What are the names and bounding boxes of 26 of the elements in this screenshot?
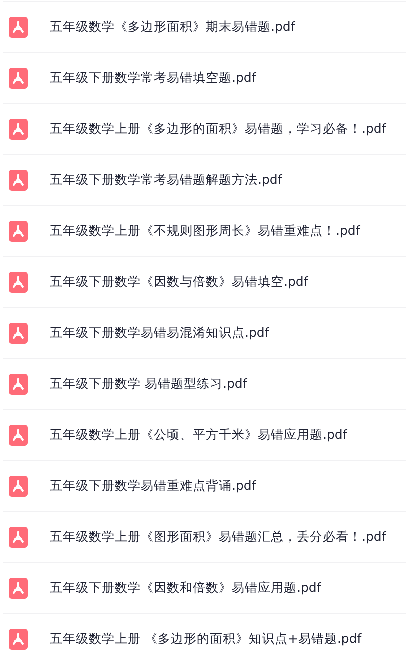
pdf-icon bbox=[9, 476, 28, 496]
file-link[interactable]: 五年级下册数学易错易混淆知识点.pdf bbox=[50, 324, 270, 342]
pdf-icon bbox=[9, 322, 28, 344]
pdf-icon bbox=[9, 578, 28, 598]
file-link[interactable]: 五年级数学上册《图形面积》易错题汇总，丢分必看！.pdf bbox=[50, 528, 386, 546]
pdf-icon bbox=[9, 68, 28, 88]
file-link[interactable]: 五年级下册数学 易错题型练习.pdf bbox=[50, 376, 248, 392]
file-link[interactable]: 五年级数学上册《多边形的面积》易错题，学习必备！.pdf bbox=[50, 120, 386, 138]
file-link[interactable]: 五年级下册数学常考易错填空题.pdf bbox=[50, 70, 256, 86]
pdf-icon bbox=[9, 220, 28, 242]
pdf-icon bbox=[9, 424, 28, 446]
pdf-icon bbox=[9, 272, 28, 292]
pdf-icon bbox=[9, 118, 28, 140]
pdf-icon bbox=[9, 628, 28, 650]
file-link[interactable]: 五年级数学上册《不规则图形周长》易错重难点！.pdf bbox=[50, 222, 360, 240]
file-link[interactable]: 五年级数学上册 《多边形的面积》知识点+易错题.pdf bbox=[50, 630, 362, 648]
pdf-icon bbox=[9, 170, 28, 190]
file-link[interactable]: 五年级数学上册《公顷、平方千米》易错应用题.pdf bbox=[50, 426, 348, 444]
file-link[interactable]: 五年级下册数学易错重难点背诵.pdf bbox=[50, 478, 256, 494]
pdf-icon bbox=[9, 16, 28, 38]
file-link[interactable]: 五年级数学《多边形面积》期末易错题.pdf bbox=[50, 18, 296, 36]
file-link[interactable]: 五年级下册数学《因数和倍数》易错应用题.pdf bbox=[50, 580, 322, 596]
file-link[interactable]: 五年级下册数学《因数与倍数》易错填空.pdf bbox=[50, 274, 308, 290]
pdf-icon bbox=[9, 526, 28, 548]
pdf-icon bbox=[9, 374, 28, 394]
file-link[interactable]: 五年级下册数学常考易错题解题方法.pdf bbox=[50, 172, 282, 188]
